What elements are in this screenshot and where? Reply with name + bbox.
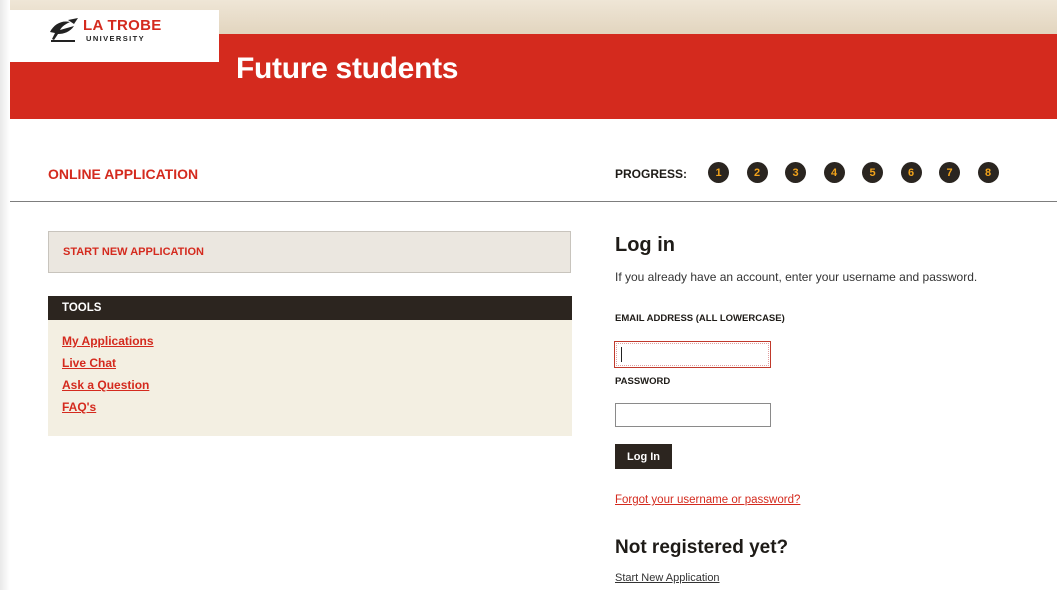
progress-step-7: 7 (939, 162, 960, 183)
start-application-panel: START NEW APPLICATION (48, 231, 571, 273)
university-logo[interactable]: LA TROBE UNIVERSITY (10, 10, 219, 62)
progress-steps: 12345678 (708, 162, 1016, 183)
email-label: EMAIL ADDRESS (ALL LOWERCASE) (615, 313, 785, 324)
logo-subtitle: UNIVERSITY (86, 34, 146, 43)
email-field[interactable] (614, 341, 771, 368)
section-divider (10, 201, 1057, 202)
progress-step-6: 6 (900, 162, 922, 183)
start-new-application-link[interactable]: START NEW APPLICATION (63, 246, 204, 258)
progress-step-8: 8 (977, 162, 999, 183)
progress-step-2: 2 (746, 162, 768, 183)
logo-emblem-icon (50, 18, 78, 42)
progress-step-1: 1 (708, 162, 729, 183)
login-heading: Log in (615, 234, 675, 256)
text-caret (621, 347, 622, 362)
login-button[interactable]: Log In (615, 444, 672, 469)
page-edge-shadow (0, 0, 10, 590)
password-field[interactable] (615, 403, 771, 427)
progress-label: PROGRESS: (615, 167, 688, 181)
logo-wordmark: LA TROBE (83, 17, 162, 34)
progress-step-5: 5 (862, 162, 883, 183)
tools-link-ask-a-question[interactable]: Ask a Question (62, 378, 149, 392)
login-description: If you already have an account, enter yo… (615, 270, 978, 284)
section-title: ONLINE APPLICATION (48, 166, 199, 182)
tools-link-live-chat[interactable]: Live Chat (62, 356, 116, 370)
progress-step-3: 3 (785, 162, 806, 183)
tools-header: TOOLS (48, 296, 572, 320)
progress-step-4: 4 (823, 162, 845, 183)
password-label: PASSWORD (615, 376, 671, 387)
forgot-credentials-link[interactable]: Forgot your username or password? (615, 494, 800, 506)
start-new-application-footer-link[interactable]: Start New Application (615, 572, 720, 584)
tools-link-my-applications[interactable]: My Applications (62, 334, 154, 348)
register-heading: Not registered yet? (615, 537, 789, 558)
tools-panel: My Applications Live Chat Ask a Question… (48, 320, 572, 436)
page-title: Future students (236, 52, 459, 85)
tools-link-faqs[interactable]: FAQ's (62, 400, 96, 414)
